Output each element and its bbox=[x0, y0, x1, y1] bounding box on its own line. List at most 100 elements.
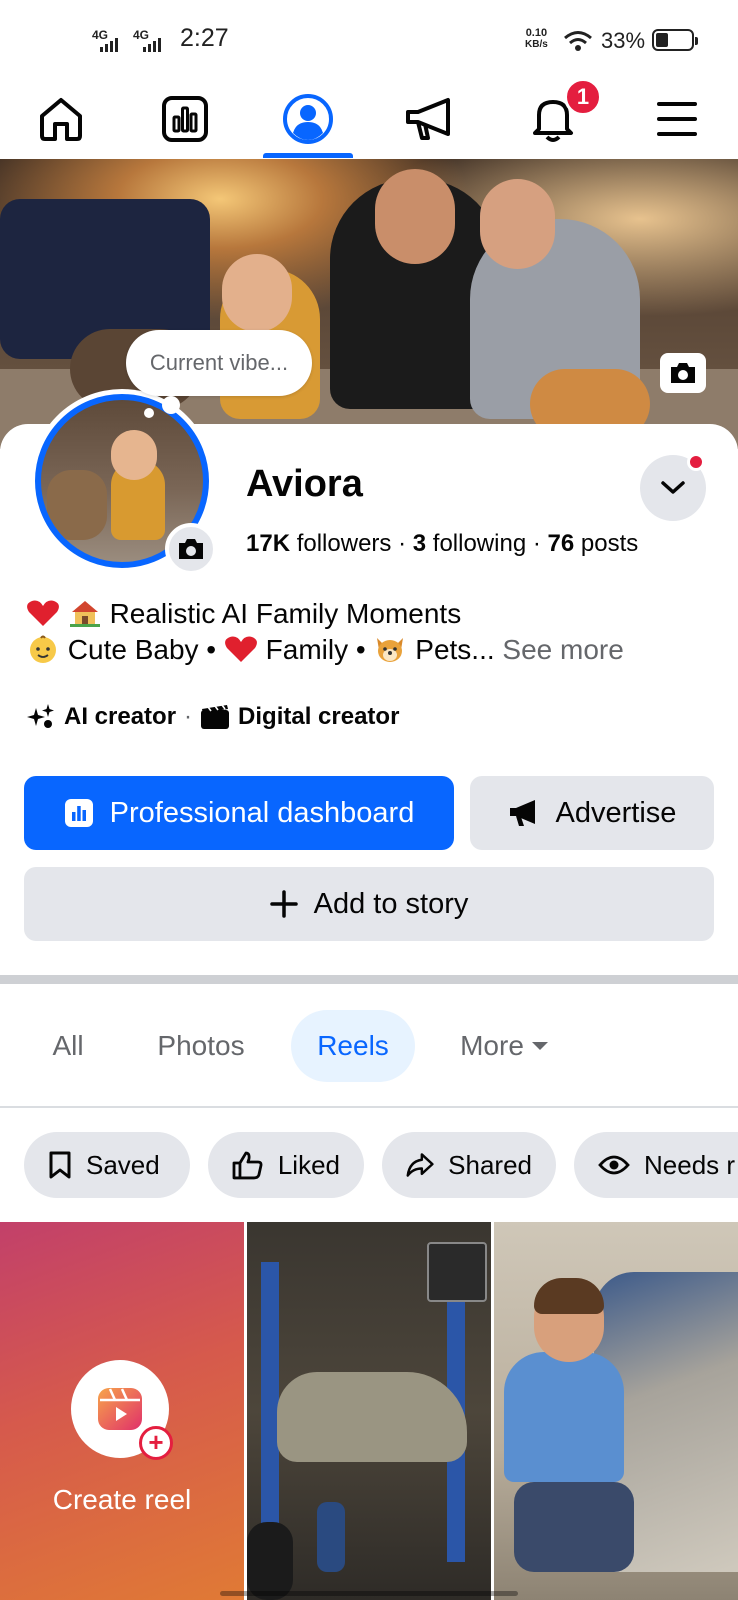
battery-percent: 33% bbox=[601, 28, 646, 53]
garage-tires bbox=[247, 1522, 293, 1600]
chip-needs-review[interactable]: Needs r bbox=[574, 1132, 738, 1198]
caret-down-icon bbox=[531, 1042, 548, 1050]
signal-2-icon bbox=[143, 38, 161, 52]
edit-cover-camera-button[interactable] bbox=[660, 353, 706, 393]
tab-photos[interactable]: Photos bbox=[130, 1010, 272, 1082]
home-icon bbox=[40, 98, 82, 141]
add-to-story-label: Add to story bbox=[313, 887, 469, 920]
bio-line-1: Realistic AI Family Moments bbox=[26, 598, 461, 630]
tabs-underline bbox=[0, 1106, 738, 1108]
nav-home[interactable] bbox=[6, 80, 116, 158]
nav-notifications[interactable]: 1 bbox=[498, 78, 608, 158]
creator-category-2[interactable]: Digital creator bbox=[238, 703, 399, 731]
tab-reels[interactable]: Reels bbox=[291, 1010, 415, 1082]
chip-liked[interactable]: Liked bbox=[208, 1132, 364, 1198]
share-arrow-icon bbox=[406, 1153, 434, 1177]
bio-text-2c: Pets... bbox=[415, 634, 495, 665]
thought-bubble[interactable]: Current vibe... bbox=[126, 330, 312, 396]
megaphone-icon bbox=[509, 800, 535, 826]
create-reel-label: Create reel bbox=[52, 1484, 192, 1515]
following-label[interactable]: following bbox=[433, 530, 526, 557]
boy-hair bbox=[534, 1278, 604, 1314]
chip-shared[interactable]: Shared bbox=[382, 1132, 556, 1198]
stats-separator: · bbox=[532, 530, 548, 557]
top-nav: 1 bbox=[0, 78, 738, 158]
cover-man-head bbox=[375, 169, 455, 264]
camera-icon bbox=[179, 539, 203, 559]
house-emoji-icon bbox=[69, 601, 100, 627]
reels-icon bbox=[98, 1388, 142, 1430]
section-divider bbox=[0, 975, 738, 984]
nav-menu[interactable] bbox=[622, 80, 732, 158]
eye-icon bbox=[598, 1155, 630, 1175]
sparkle-icon bbox=[27, 704, 54, 728]
reel-thumbnail-garage[interactable] bbox=[247, 1222, 491, 1600]
battery-icon bbox=[652, 29, 698, 51]
nav-dashboard[interactable] bbox=[130, 80, 240, 158]
garage-car bbox=[277, 1372, 467, 1462]
tab-more-label: More bbox=[460, 1030, 524, 1061]
profile-stats: 17K followers · 3 following · 76 posts bbox=[246, 530, 638, 558]
add-to-story-button[interactable]: Add to story bbox=[24, 867, 714, 941]
baby-emoji-icon bbox=[30, 635, 56, 663]
avatar-dog bbox=[47, 470, 107, 540]
posts-label: posts bbox=[580, 530, 639, 557]
reel-thumbnail-boy[interactable] bbox=[494, 1222, 738, 1600]
chip-liked-label: Liked bbox=[277, 1149, 340, 1180]
see-more-link[interactable]: See more bbox=[502, 634, 623, 665]
following-count[interactable]: 3 bbox=[413, 530, 426, 557]
bio-text-2a: Cute Baby • bbox=[67, 634, 217, 665]
thumbs-up-icon bbox=[232, 1151, 263, 1180]
cover-baby-head bbox=[222, 254, 292, 332]
bookmark-icon bbox=[49, 1151, 71, 1179]
followers-count[interactable]: 17K bbox=[246, 530, 290, 557]
network-speed-value: 0.10 bbox=[525, 27, 548, 39]
nav-profile[interactable] bbox=[253, 80, 363, 158]
clock: 2:27 bbox=[180, 24, 229, 52]
chip-needs-review-label: Needs r bbox=[644, 1149, 736, 1180]
dashboard-icon bbox=[64, 799, 93, 827]
creator-category-1[interactable]: AI creator bbox=[64, 703, 176, 731]
bio-text-1: Realistic AI Family Moments bbox=[109, 598, 462, 629]
edit-avatar-camera-button[interactable] bbox=[165, 523, 217, 575]
dashboard-icon bbox=[162, 96, 208, 142]
menu-icon bbox=[657, 102, 697, 136]
cover-woman-head bbox=[480, 179, 555, 269]
camera-icon bbox=[671, 363, 695, 383]
wifi-icon bbox=[564, 31, 592, 51]
tab-more[interactable]: More bbox=[440, 1010, 570, 1082]
notification-badge: 1 bbox=[564, 78, 602, 116]
bio-text-2b: Family • bbox=[265, 634, 366, 665]
advertise-button[interactable]: Advertise bbox=[470, 776, 714, 850]
heart-emoji-icon bbox=[27, 600, 59, 626]
status-bar: 4G 4G 2:27 0.10 KB/s 33% bbox=[0, 0, 738, 80]
tab-all[interactable]: All bbox=[26, 1010, 110, 1082]
boy-legs bbox=[514, 1482, 634, 1572]
chevron-down-icon bbox=[661, 481, 685, 494]
professional-dashboard-button[interactable]: Professional dashboard bbox=[24, 776, 454, 850]
home-indicator bbox=[220, 1591, 518, 1596]
reels-grid: + Create reel bbox=[0, 1222, 738, 1600]
garage-sign bbox=[427, 1242, 487, 1302]
stats-separator: · bbox=[398, 530, 413, 557]
creator-categories: AI creator · Digital creator bbox=[26, 702, 399, 732]
dog-emoji-icon bbox=[377, 638, 404, 662]
followers-label[interactable]: followers bbox=[297, 530, 392, 557]
chip-saved[interactable]: Saved bbox=[24, 1132, 190, 1198]
advertise-label: Advertise bbox=[555, 796, 677, 829]
plus-icon bbox=[269, 890, 298, 918]
megaphone-icon bbox=[406, 98, 450, 140]
thought-bubble-tail-1 bbox=[162, 396, 180, 414]
nav-ads[interactable] bbox=[375, 80, 485, 158]
heart-emoji-icon bbox=[224, 636, 257, 662]
profile-icon bbox=[283, 94, 333, 144]
creator-separator: · bbox=[184, 703, 193, 730]
filter-chips: Saved Liked Shared Needs r bbox=[24, 1132, 738, 1198]
create-reel-tile[interactable]: + Create reel bbox=[0, 1222, 244, 1600]
chip-shared-label: Shared bbox=[448, 1149, 532, 1180]
options-alert-dot bbox=[687, 453, 705, 471]
professional-dashboard-label: Professional dashboard bbox=[109, 796, 415, 829]
signal-1-icon bbox=[100, 38, 118, 52]
garage-mechanic bbox=[317, 1502, 345, 1572]
clapperboard-icon bbox=[201, 704, 230, 729]
